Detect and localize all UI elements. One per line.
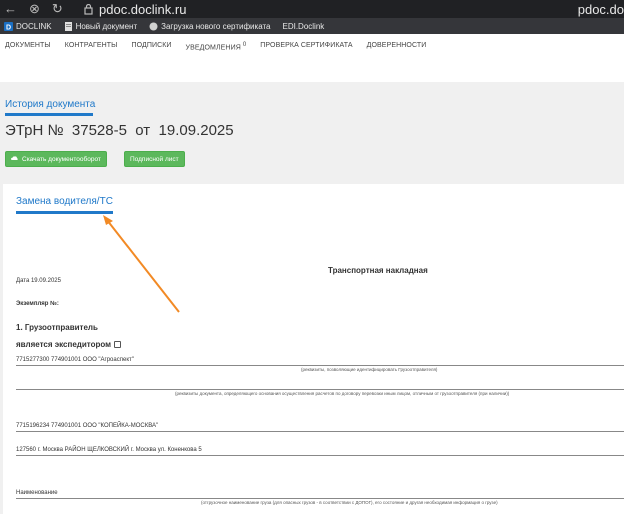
cargo-name-label: Наименование: [16, 490, 58, 496]
sign-sheet-button[interactable]: Подписной лист: [124, 151, 185, 167]
globe-icon: [149, 22, 158, 30]
divider: [16, 455, 624, 456]
menu-item-notifications[interactable]: УВЕДОМЛЕНИЯ 0: [186, 42, 247, 51]
tab-driver-replacement[interactable]: Замена водителя/ТС: [16, 196, 113, 207]
browser-toolbar: ← ⊗ ↻ pdoc.doclink.ru pdoc.do: [0, 0, 624, 18]
consignee-details: 7715196234 774901001 ООО "КОПЕЙКА-МОСКВА…: [16, 423, 159, 429]
download-docflow-button[interactable]: Скачать документооборот: [5, 151, 107, 167]
back-icon[interactable]: ←: [4, 2, 17, 16]
forwarder-label: является экспедитором: [16, 340, 122, 349]
menu-item-certificate-check[interactable]: ПРОВЕРКА СЕРТИФИКАТА: [260, 42, 352, 51]
forwarder-text: является экспедитором: [16, 340, 112, 349]
caption-payment: (реквизиты документа, определяющего осно…: [175, 391, 510, 396]
download-icon: [11, 156, 18, 160]
document-icon: [64, 21, 72, 31]
caption-cargo: (отгрузочное наименование груза (для опа…: [201, 500, 498, 505]
bookmark-label: EDI.Doclink: [282, 21, 325, 31]
history-underline: [5, 113, 93, 116]
copy-number: Экземпляр №:: [16, 301, 59, 307]
consignee-address: 127560 г. Москва РАЙОН ЩЕЛКОВСКИЙ г. Мос…: [16, 447, 202, 453]
divider: [16, 365, 624, 366]
document-card: Замена водителя/ТС Транспортная накладна…: [3, 184, 624, 514]
menu-item-documents[interactable]: ДОКУМЕНТЫ: [5, 42, 51, 51]
forward-icon[interactable]: ⊗: [29, 2, 40, 16]
url-text-overflow: pdoc.do: [577, 1, 624, 17]
menu-item-label: УВЕДОМЛЕНИЯ: [185, 44, 241, 52]
caption-shipper: (реквизиты, позволяющие идентифицировать…: [301, 367, 438, 372]
svg-text:D: D: [6, 24, 11, 31]
form-heading: Транспортная накладная: [328, 266, 428, 275]
history-link[interactable]: История документа: [5, 99, 95, 110]
menu-item-contractors[interactable]: КОНТРАГЕНТЫ: [65, 42, 118, 51]
reload-icon[interactable]: ↻: [52, 2, 63, 16]
bookmark-label: DOCLINK: [16, 21, 52, 31]
url-text[interactable]: pdoc.doclink.ru: [99, 2, 186, 17]
tab-underline: [16, 211, 113, 214]
page-title: ЭТрН № 37528-5 от 19.09.2025: [5, 122, 234, 139]
main-menu: ДОКУМЕНТЫ КОНТРАГЕНТЫ ПОДПИСКИ УВЕДОМЛЕН…: [0, 34, 624, 51]
section-shipper-title: 1. Грузоотправитель: [16, 323, 98, 332]
browser-nav: ← ⊗ ↻: [4, 2, 84, 16]
divider: [16, 431, 624, 432]
doc-from: от: [135, 122, 151, 139]
divider: [16, 389, 624, 390]
divider: [16, 498, 624, 499]
menu-item-subscriptions[interactable]: ПОДПИСКИ: [131, 42, 171, 51]
doc-number: 37528-5: [71, 122, 127, 139]
bookmark-edi-doclink[interactable]: EDI.Doclink: [282, 22, 324, 31]
main-content: История документа ЭТрН № 37528-5 от 19.0…: [0, 82, 624, 514]
site-info-icon[interactable]: [84, 3, 93, 15]
download-button-label: Скачать документооборот: [22, 155, 101, 163]
bookmark-label: Загрузка нового сертификата: [161, 21, 271, 31]
sign-sheet-label: Подписной лист: [130, 155, 179, 163]
forwarder-checkbox[interactable]: [114, 341, 122, 349]
bookmark-label: Новый документ: [75, 21, 138, 31]
bookmark-doclink[interactable]: D DOCLINK: [4, 21, 52, 31]
form-date: Дата 19.09.2025: [16, 278, 61, 284]
bookmark-new-document[interactable]: Новый документ: [64, 21, 138, 31]
address-bar[interactable]: pdoc.doclink.ru: [84, 2, 186, 17]
shipper-details: 7715277300 774901001 ООО "Агроаспект": [16, 357, 134, 363]
doclink-logo-icon: D: [4, 21, 13, 31]
bookmarks-bar: D DOCLINK Новый документ Загрузка нового…: [0, 18, 624, 34]
doc-type: ЭТрН №: [5, 122, 64, 139]
bookmark-upload-certificate[interactable]: Загрузка нового сертификата: [149, 22, 270, 31]
doc-date: 19.09.2025: [158, 122, 234, 139]
menu-item-powers-of-attorney[interactable]: ДОВЕРЕННОСТИ: [367, 42, 427, 51]
notifications-badge: 0: [242, 42, 247, 48]
